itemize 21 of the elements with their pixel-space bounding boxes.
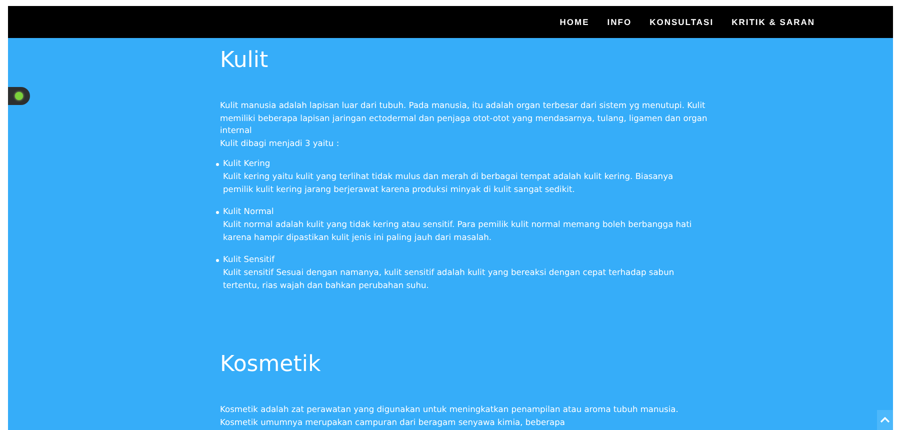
- item-title: Kulit Kering: [223, 157, 272, 170]
- side-tab[interactable]: [8, 87, 30, 105]
- bullet-icon: [216, 211, 219, 214]
- item-text: Kulit normal adalah kulit yang tidak kering atau sensitif. Para pemilik kulit normal memang boleh berbangga hati karena hampir dipastikan kulit jenis ini paling jauh dari masalah.: [223, 218, 693, 244]
- nav-link[interactable]: KONSULTASI: [650, 17, 714, 27]
- paragraph: Kulit manusia adalah lapisan luar dari tubuh. Pada manusia, itu adalah organ terbesar dari sistem yg menutupi. Kulit memiliki beberapa lapisan jaringan ectodermal dan penjaga otot-otot yang mendasarnya, tulang, ligamen dan organ internal: [220, 99, 708, 136]
- section-heading: Kulit: [220, 47, 270, 75]
- nav-link[interactable]: KRITIK & SARAN: [732, 17, 815, 27]
- section-heading: Kosmetik: [220, 351, 322, 379]
- nav-link[interactable]: HOME: [560, 17, 590, 27]
- nav-link[interactable]: INFO: [607, 17, 632, 27]
- item-text: Kulit kering yaitu kulit yang terlihat tidak mulus dan merah di berbagai tempat adalah kulit kering. Biasanya pemilik kulit kering jarang berjerawat karena produksi minyak di kulit sangat sedikit.: [223, 170, 674, 196]
- paragraph: Kulit dibagi menjadi 3 yaitu :: [220, 136, 340, 149]
- bullet-icon: [216, 163, 219, 166]
- item-text: Kulit sensitif Sesuai dengan namanya, kulit sensitif adalah kulit yang bereaksi dengan cepat terhadap sabun tertentu, rias wajah dan bahkan perubahan suhu.: [223, 266, 676, 292]
- paragraph: Kosmetik adalah zat perawatan yang digunakan untuk meningkatkan penampilan atau aroma tubuh manusia. Kosmetik umumnya merupakan campuran dari beragam senyawa kimia, beberapa: [220, 403, 680, 428]
- caret-icon: [880, 417, 890, 423]
- bullet-icon: [216, 259, 219, 262]
- item-title: Kulit Normal: [223, 205, 275, 218]
- item-title: Kulit Sensitif: [223, 253, 276, 266]
- dot-icon: [15, 92, 23, 100]
